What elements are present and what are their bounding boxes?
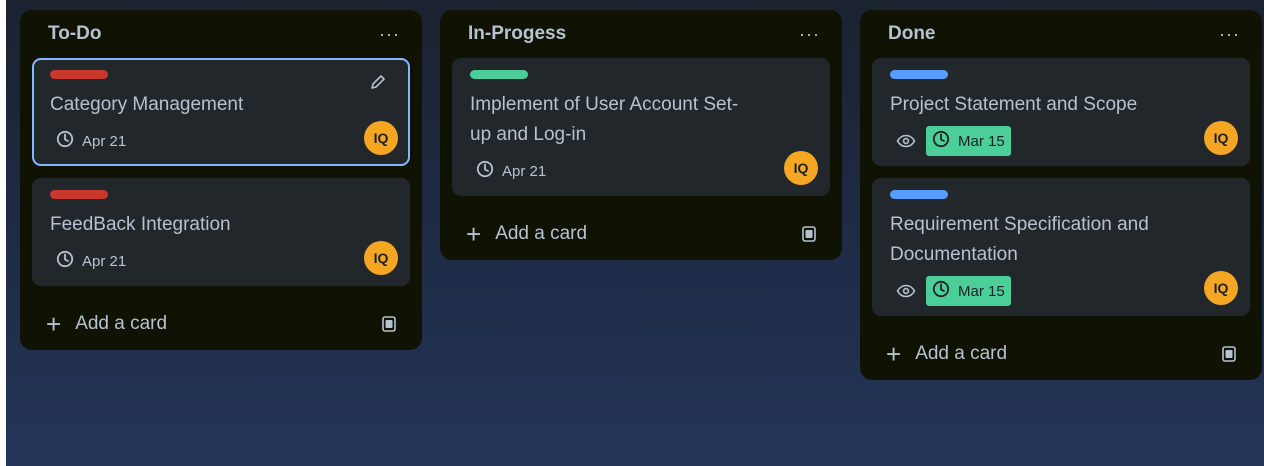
clock-icon: [56, 250, 74, 272]
card-title: Category Management: [50, 94, 244, 115]
plus-icon: +: [46, 309, 62, 339]
due-date-badge[interactable]: Apr 21: [50, 246, 132, 276]
due-date-text: Mar 15: [958, 282, 1005, 300]
card-badges: Apr 21: [50, 126, 394, 156]
due-date-text: Apr 21: [502, 162, 547, 180]
add-card-row: + Add a card: [860, 328, 1262, 380]
add-card-row: + Add a card: [440, 208, 842, 260]
member-avatar[interactable]: IQ: [364, 241, 398, 275]
due-date-text: Apr 21: [82, 252, 127, 270]
list-header: In-Progess ···: [440, 10, 842, 58]
card-user-account-setup[interactable]: Implement of User Account Set-up and Log…: [452, 58, 830, 196]
card-label-red[interactable]: [50, 190, 108, 199]
list-done: Done ··· Project Statement and Scope Mar…: [860, 10, 1262, 380]
due-date-badge[interactable]: Apr 21: [470, 156, 552, 186]
due-date-complete-badge[interactable]: Mar 15: [926, 276, 1011, 306]
window-edge: [0, 0, 6, 466]
member-avatar[interactable]: IQ: [1204, 271, 1238, 305]
card-label-blue[interactable]: [890, 190, 948, 199]
list-todo: To-Do ··· Category Management Apr 21 IQ …: [20, 10, 422, 350]
card-badges: Mar 15: [890, 276, 1234, 306]
list-menu-button[interactable]: ···: [1213, 24, 1246, 45]
plus-icon: +: [466, 219, 482, 249]
list-menu-button[interactable]: ···: [373, 24, 406, 45]
list-title: In-Progess: [468, 23, 567, 44]
watching-eye-icon: [890, 134, 916, 148]
create-from-template-icon[interactable]: [800, 225, 818, 243]
due-date-text: Apr 21: [82, 132, 127, 150]
card-badges: Apr 21: [470, 156, 814, 186]
due-date-text: Mar 15: [958, 132, 1005, 150]
add-card-button[interactable]: + Add a card: [466, 221, 587, 247]
card-title: Implement of User Account Set-up and Log…: [470, 94, 739, 145]
card-feedback-integration[interactable]: FeedBack Integration Apr 21 IQ: [32, 178, 410, 286]
member-avatar[interactable]: IQ: [784, 151, 818, 185]
plus-icon: +: [886, 339, 902, 369]
list-title: To-Do: [48, 23, 102, 44]
list-title: Done: [888, 23, 936, 44]
edit-pencil-icon[interactable]: [370, 74, 386, 95]
add-card-label: Add a card: [495, 223, 588, 244]
list-in-progress: In-Progess ··· Implement of User Account…: [440, 10, 842, 260]
add-card-button[interactable]: + Add a card: [46, 311, 167, 337]
list-header: To-Do ···: [20, 10, 422, 58]
card-category-management[interactable]: Category Management Apr 21 IQ: [32, 58, 410, 166]
member-avatar[interactable]: IQ: [364, 121, 398, 155]
add-card-button[interactable]: + Add a card: [886, 341, 1007, 367]
list-menu-button[interactable]: ···: [793, 24, 826, 45]
create-from-template-icon[interactable]: [380, 315, 398, 333]
clock-icon: [932, 280, 950, 302]
add-card-label: Add a card: [75, 313, 168, 334]
card-badges: Mar 15: [890, 126, 1234, 156]
card-label-red[interactable]: [50, 70, 108, 79]
due-date-complete-badge[interactable]: Mar 15: [926, 126, 1011, 156]
add-card-label: Add a card: [915, 343, 1008, 364]
card-label-blue[interactable]: [890, 70, 948, 79]
card-requirement-specification[interactable]: Requirement Specification and Documentat…: [872, 178, 1250, 316]
create-from-template-icon[interactable]: [1220, 345, 1238, 363]
list-header: Done ···: [860, 10, 1262, 58]
clock-icon: [56, 130, 74, 152]
due-date-badge[interactable]: Apr 21: [50, 126, 132, 156]
add-card-row: + Add a card: [20, 298, 422, 350]
card-title: Requirement Specification and Documentat…: [890, 214, 1149, 265]
clock-icon: [932, 130, 950, 152]
clock-icon: [476, 160, 494, 182]
member-avatar[interactable]: IQ: [1204, 121, 1238, 155]
card-label-green[interactable]: [470, 70, 528, 79]
card-project-statement[interactable]: Project Statement and Scope Mar 15 IQ: [872, 58, 1250, 166]
card-title: FeedBack Integration: [50, 214, 231, 235]
card-title: Project Statement and Scope: [890, 94, 1138, 115]
card-badges: Apr 21: [50, 246, 394, 276]
watching-eye-icon: [890, 284, 916, 298]
